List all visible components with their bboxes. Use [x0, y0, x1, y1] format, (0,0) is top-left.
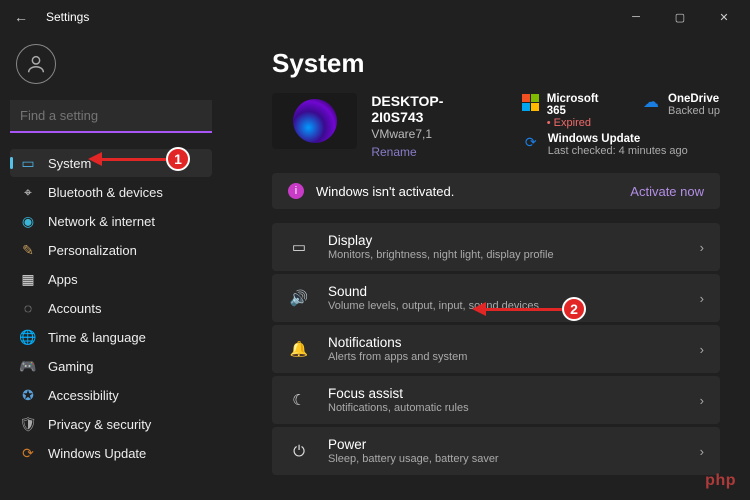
- sidebar-item-network[interactable]: ◉ Network & internet: [10, 207, 212, 235]
- chevron-right-icon: ›: [700, 291, 704, 306]
- bell-icon: 🔔: [288, 340, 310, 358]
- status-sub: Backed up: [668, 105, 720, 117]
- status-sub: • Expired: [547, 117, 616, 129]
- watermark: php: [705, 472, 736, 490]
- row-desc: Notifications, automatic rules: [328, 402, 469, 414]
- row-desc: Alerts from apps and system: [328, 351, 467, 363]
- personalization-icon: ✎: [20, 242, 36, 258]
- status-title: Windows Update: [548, 133, 688, 145]
- nav-list: ▭ System ⌖ Bluetooth & devices ◉ Network…: [10, 149, 212, 467]
- privacy-icon: 🛡: [20, 416, 36, 432]
- sidebar-item-label: Network & internet: [48, 214, 155, 229]
- microsoft-logo-icon: [522, 93, 539, 111]
- row-power[interactable]: ⏻ PowerSleep, battery usage, battery sav…: [272, 427, 720, 475]
- status-sub: Last checked: 4 minutes ago: [548, 145, 688, 157]
- sync-icon: ⟳: [522, 133, 540, 151]
- focus-icon: ☾: [288, 391, 310, 409]
- sidebar-item-accessibility[interactable]: ✪ Accessibility: [10, 381, 212, 409]
- apps-icon: ▦: [20, 271, 36, 287]
- row-desc: Sleep, battery usage, battery saver: [328, 453, 499, 465]
- sidebar-item-apps[interactable]: ▦ Apps: [10, 265, 212, 293]
- sidebar-item-gaming[interactable]: 🎮 Gaming: [10, 352, 212, 380]
- chevron-right-icon: ›: [700, 393, 704, 408]
- accessibility-icon: ✪: [20, 387, 36, 403]
- accounts-icon: ◌: [20, 300, 36, 316]
- sidebar-item-label: Bluetooth & devices: [48, 185, 163, 200]
- update-icon: ⟳: [20, 445, 36, 461]
- row-desc: Monitors, brightness, night light, displ…: [328, 249, 554, 261]
- sidebar-item-label: Accessibility: [48, 388, 119, 403]
- gaming-icon: 🎮: [20, 358, 36, 374]
- row-desc: Volume levels, output, input, sound devi…: [328, 300, 539, 312]
- power-icon: ⏻: [288, 443, 310, 460]
- page-title: System: [272, 48, 720, 79]
- sidebar-item-label: Personalization: [48, 243, 137, 258]
- display-icon: ▭: [288, 238, 310, 256]
- sidebar-item-bluetooth[interactable]: ⌖ Bluetooth & devices: [10, 178, 212, 206]
- app-title: Settings: [46, 10, 89, 24]
- sidebar-item-personalization[interactable]: ✎ Personalization: [10, 236, 212, 264]
- sidebar-item-label: Apps: [48, 272, 78, 287]
- activate-link[interactable]: Activate now: [630, 184, 704, 199]
- back-button[interactable]: ←: [14, 9, 30, 25]
- status-onedrive[interactable]: ☁ OneDriveBacked up: [642, 93, 720, 131]
- sidebar-item-accounts[interactable]: ◌ Accounts: [10, 294, 212, 322]
- maximize-button[interactable]: ▢: [658, 2, 702, 32]
- row-sound[interactable]: 🔊 SoundVolume levels, output, input, sou…: [272, 274, 720, 322]
- sidebar-item-label: Accounts: [48, 301, 101, 316]
- chevron-right-icon: ›: [700, 240, 704, 255]
- search-input[interactable]: [10, 100, 212, 133]
- sidebar-item-update[interactable]: ⟳ Windows Update: [10, 439, 212, 467]
- row-title: Focus assist: [328, 386, 469, 401]
- status-title: Microsoft 365: [547, 93, 616, 117]
- user-avatar[interactable]: [16, 44, 56, 84]
- titlebar: ← Settings ─ ▢ ✕: [0, 0, 750, 34]
- bluetooth-icon: ⌖: [20, 184, 36, 200]
- status-m365[interactable]: Microsoft 365• Expired: [522, 93, 616, 131]
- sidebar-item-label: Windows Update: [48, 446, 146, 461]
- rename-link[interactable]: Rename: [371, 145, 491, 159]
- system-icon: ▭: [20, 155, 36, 171]
- cloud-icon: ☁: [642, 93, 660, 111]
- row-focus[interactable]: ☾ Focus assistNotifications, automatic r…: [272, 376, 720, 424]
- sidebar-item-label: Privacy & security: [48, 417, 151, 432]
- row-title: Sound: [328, 284, 539, 299]
- device-model: VMware7,1: [371, 127, 491, 141]
- sidebar: ▭ System ⌖ Bluetooth & devices ◉ Network…: [0, 34, 222, 500]
- minimize-button[interactable]: ─: [614, 2, 658, 32]
- main-content: System DESKTOP-2I0S743 VMware7,1 Rename …: [222, 34, 750, 500]
- time-icon: 🌐: [20, 329, 36, 345]
- activation-banner[interactable]: i Windows isn't activated. Activate now: [272, 173, 720, 209]
- sidebar-item-label: Time & language: [48, 330, 146, 345]
- sidebar-item-time[interactable]: 🌐 Time & language: [10, 323, 212, 351]
- network-icon: ◉: [20, 213, 36, 229]
- chevron-right-icon: ›: [700, 444, 704, 459]
- info-icon: i: [288, 183, 304, 199]
- banner-text: Windows isn't activated.: [316, 184, 454, 199]
- close-button[interactable]: ✕: [702, 2, 746, 32]
- status-title: OneDrive: [668, 93, 720, 105]
- device-name: DESKTOP-2I0S743: [371, 93, 491, 125]
- desktop-thumb-icon: [272, 93, 357, 149]
- sidebar-item-system[interactable]: ▭ System: [10, 149, 212, 177]
- device-header: DESKTOP-2I0S743 VMware7,1 Rename Microso…: [272, 93, 720, 159]
- sidebar-item-label: Gaming: [48, 359, 94, 374]
- row-display[interactable]: ▭ DisplayMonitors, brightness, night lig…: [272, 223, 720, 271]
- status-update[interactable]: ⟳ Windows UpdateLast checked: 4 minutes …: [522, 133, 720, 159]
- row-title: Power: [328, 437, 499, 452]
- chevron-right-icon: ›: [700, 342, 704, 357]
- row-title: Notifications: [328, 335, 467, 350]
- row-title: Display: [328, 233, 554, 248]
- sound-icon: 🔊: [288, 289, 310, 307]
- row-notifications[interactable]: 🔔 NotificationsAlerts from apps and syst…: [272, 325, 720, 373]
- sidebar-item-label: System: [48, 156, 91, 171]
- sidebar-item-privacy[interactable]: 🛡 Privacy & security: [10, 410, 212, 438]
